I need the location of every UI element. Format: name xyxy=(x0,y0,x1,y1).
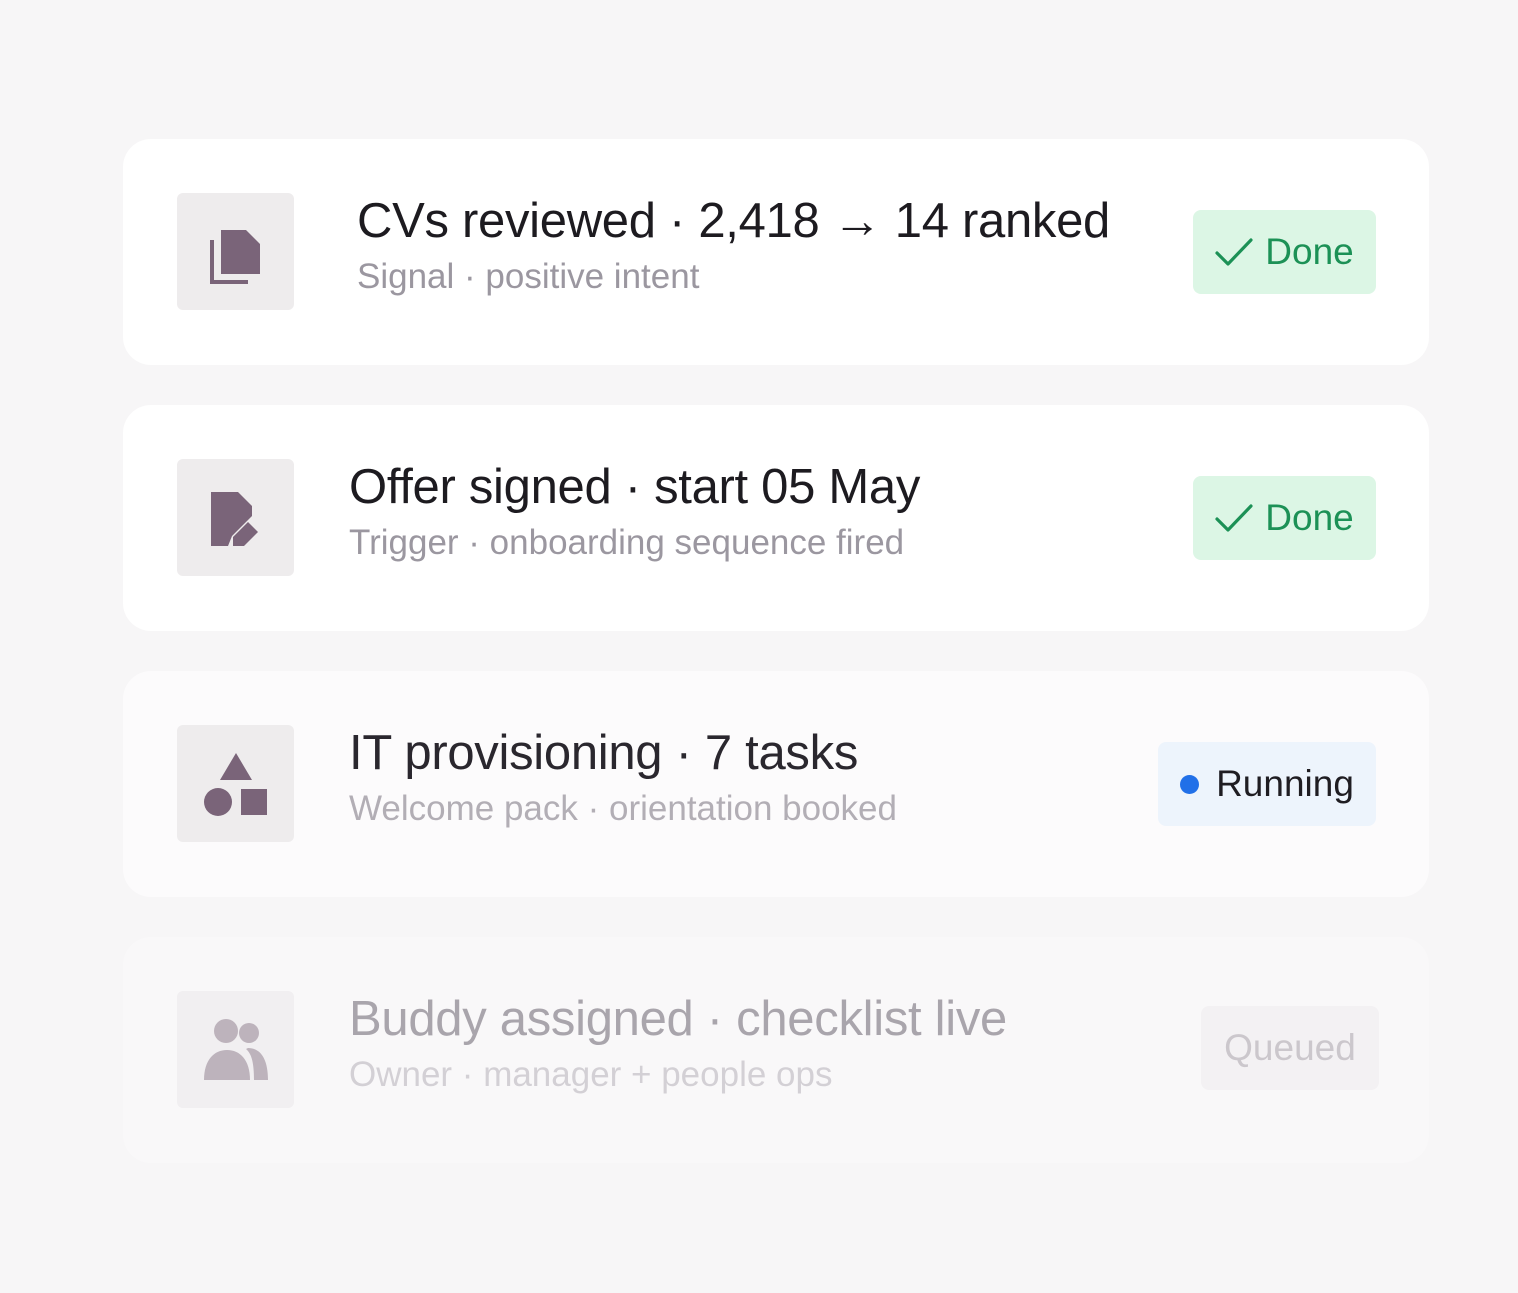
status-badge-done: Done xyxy=(1193,210,1376,294)
step-subtitle: Trigger · onboarding sequence fired xyxy=(349,523,905,562)
step-subtitle: Owner · manager + people ops xyxy=(349,1055,833,1094)
status-label: Running xyxy=(1216,763,1354,804)
step-text: IT provisioning · 7 tasks Welcome pack ·… xyxy=(349,723,897,831)
people-icon xyxy=(203,1018,268,1080)
step-text: Offer signed · start 05 May Trigger · on… xyxy=(349,457,920,565)
step-subtitle: Welcome pack · orientation booked xyxy=(349,789,897,828)
document-edit-icon xyxy=(210,491,258,548)
step-text: Buddy assigned · checklist live Owner · … xyxy=(349,989,1007,1097)
running-dot-icon xyxy=(1180,774,1200,794)
status-badge-running: Running xyxy=(1158,742,1376,826)
check-icon xyxy=(1215,238,1253,266)
step-icon-tile xyxy=(177,193,294,310)
step-icon-tile xyxy=(177,459,294,576)
step-icon-tile xyxy=(177,991,294,1108)
step-title: CVs reviewed · 2,418 → 14 ranked xyxy=(357,194,1111,248)
pipeline-step-card[interactable]: Offer signed · start 05 May Trigger · on… xyxy=(123,405,1429,631)
step-title: IT provisioning · 7 tasks xyxy=(349,726,859,780)
pipeline-step-list: CVs reviewed · 2,418 → 14 ranked Signal … xyxy=(123,139,1429,1203)
status-badge-done: Done xyxy=(1193,476,1376,560)
status-label: Done xyxy=(1265,231,1354,272)
pipeline-step-card[interactable]: IT provisioning · 7 tasks Welcome pack ·… xyxy=(123,671,1429,897)
step-subtitle: Signal · positive intent xyxy=(357,257,700,296)
status-label: Queued xyxy=(1224,1027,1356,1068)
step-title: Offer signed · start 05 May xyxy=(349,460,921,514)
step-title: Buddy assigned · checklist live xyxy=(349,992,1007,1046)
step-icon-tile xyxy=(177,725,294,842)
step-text: CVs reviewed · 2,418 → 14 ranked Signal … xyxy=(357,191,1110,299)
check-icon xyxy=(1215,504,1253,532)
status-badge-queued: Queued xyxy=(1201,1006,1379,1090)
pipeline-step-card[interactable]: CVs reviewed · 2,418 → 14 ranked Signal … xyxy=(123,139,1429,365)
status-label: Done xyxy=(1265,497,1354,538)
shapes-icon xyxy=(203,752,267,816)
pipeline-step-card[interactable]: Buddy assigned · checklist live Owner · … xyxy=(123,937,1429,1163)
documents-icon xyxy=(209,229,260,284)
